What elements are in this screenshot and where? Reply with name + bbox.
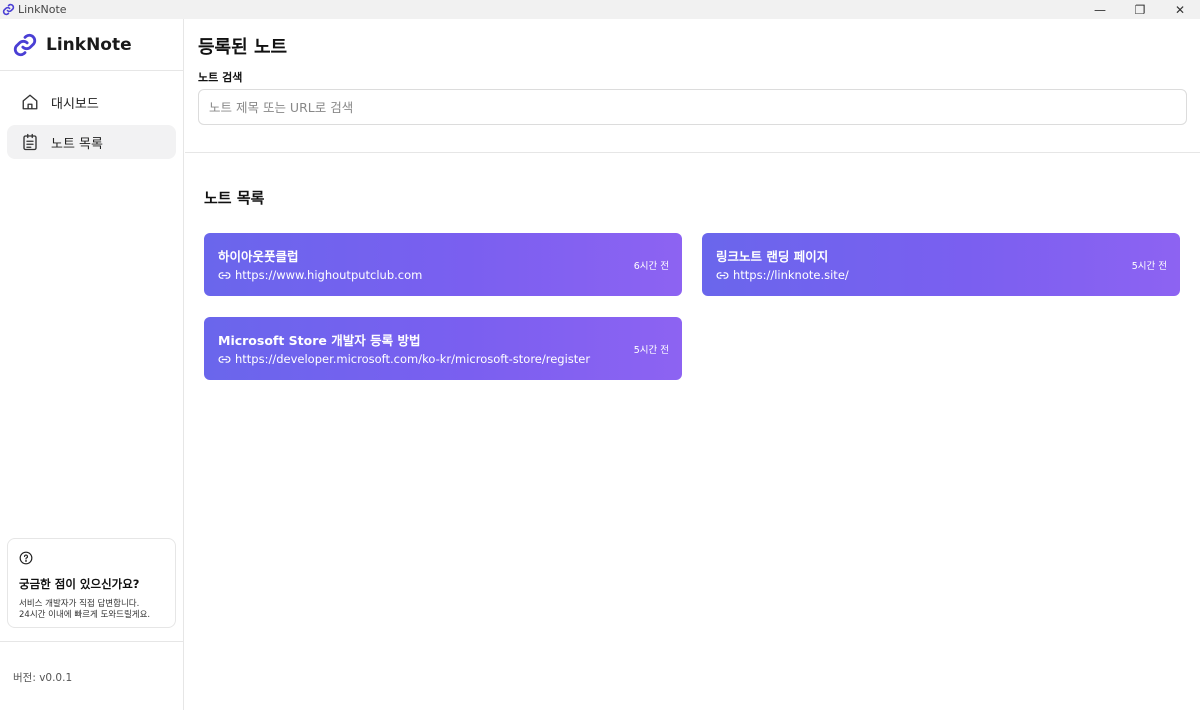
note-title: 하이아웃풋클럽 xyxy=(218,249,299,264)
help-line-2: 24시간 이내에 빠르게 도와드릴게요. xyxy=(19,610,151,620)
brand-name: LinkNote xyxy=(46,34,132,55)
help-title: 궁금한 점이 있으신가요? xyxy=(19,577,140,591)
page-title: 등록된 노트 xyxy=(198,37,288,58)
sidebar-item-label: 노트 목록 xyxy=(51,136,103,152)
note-time: 5시간 전 xyxy=(1131,261,1167,272)
window-app-title: LinkNote xyxy=(0,3,67,16)
note-title: Microsoft Store 개발자 등록 방법 xyxy=(218,333,421,348)
question-circle-icon xyxy=(19,551,33,565)
sidebar-divider xyxy=(0,641,184,642)
main-content: 등록된 노트 노트 검색 노트 목록 하이아웃풋클럽 https://www.h… xyxy=(185,19,1200,710)
note-time: 6시간 전 xyxy=(633,261,669,272)
note-url: https://linknote.site/ xyxy=(716,268,849,282)
note-card[interactable]: 하이아웃풋클럽 https://www.highoutputclub.com 6… xyxy=(204,233,682,296)
minimize-button[interactable]: — xyxy=(1080,0,1120,19)
restore-button[interactable]: ❐ xyxy=(1120,0,1160,19)
search-label: 노트 검색 xyxy=(198,71,243,84)
window-title-text: LinkNote xyxy=(18,3,67,16)
link-logo-icon xyxy=(13,33,37,56)
help-line-1: 서비스 개발자가 직접 답변합니다. xyxy=(19,599,140,609)
link-icon xyxy=(218,271,231,279)
note-url-text: https://www.highoutputclub.com xyxy=(235,268,423,282)
link-icon xyxy=(716,271,729,279)
clipboard-list-icon xyxy=(23,133,37,151)
note-url: https://developer.microsoft.com/ko-kr/mi… xyxy=(218,352,590,366)
note-title: 링크노트 랜딩 페이지 xyxy=(716,249,829,264)
home-icon xyxy=(22,94,38,110)
search-input[interactable] xyxy=(198,89,1187,125)
section-title: 노트 목록 xyxy=(204,189,265,207)
brand[interactable]: LinkNote xyxy=(0,19,183,71)
help-description: 서비스 개발자가 직접 답변합니다. 24시간 이내에 빠르게 도와드릴게요. xyxy=(19,599,165,621)
sidebar-item-dashboard[interactable]: 대시보드 xyxy=(7,85,176,119)
sidebar-item-notes[interactable]: 노트 목록 xyxy=(7,125,176,159)
link-icon xyxy=(218,355,231,363)
main-divider xyxy=(185,152,1200,153)
note-url-text: https://developer.microsoft.com/ko-kr/mi… xyxy=(235,352,591,366)
window-titlebar: LinkNote — ❐ ✕ xyxy=(0,0,1200,19)
link-logo-icon xyxy=(2,3,15,16)
sidebar: LinkNote 대시보드 노트 목록 궁금한 점이 있으신가요? 서비스 개발… xyxy=(0,19,184,710)
version-text: 버전: v0.0.1 xyxy=(13,672,73,684)
note-time: 5시간 전 xyxy=(633,345,669,356)
note-card[interactable]: 링크노트 랜딩 페이지 https://linknote.site/ 5시간 전 xyxy=(702,233,1180,296)
note-url: https://www.highoutputclub.com xyxy=(218,268,422,282)
note-card[interactable]: Microsoft Store 개발자 등록 방법 https://develo… xyxy=(204,317,682,380)
sidebar-nav: 대시보드 노트 목록 xyxy=(0,71,183,167)
close-button[interactable]: ✕ xyxy=(1160,0,1200,19)
sidebar-item-label: 대시보드 xyxy=(51,96,99,112)
help-card[interactable]: 궁금한 점이 있으신가요? 서비스 개발자가 직접 답변합니다. 24시간 이내… xyxy=(7,538,176,628)
note-url-text: https://linknote.site/ xyxy=(733,268,849,282)
